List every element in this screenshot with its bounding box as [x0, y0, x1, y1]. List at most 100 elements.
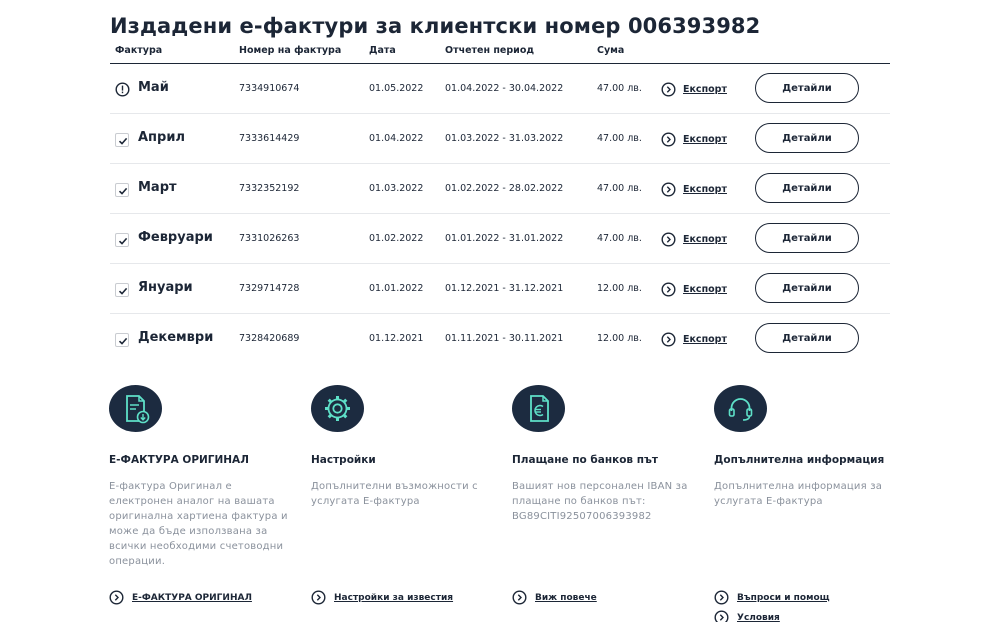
checkmark-icon — [115, 233, 129, 247]
details-button[interactable]: Детайли — [755, 123, 859, 153]
invoice-month: Декември — [138, 330, 214, 345]
column-header-period: Отчетен период — [445, 45, 535, 56]
notification-settings-link[interactable]: Настройки за известия — [311, 590, 453, 605]
invoice-date: 01.02.2022 — [369, 233, 424, 244]
invoice-table-header: Фактура Номер на фактура Дата Отчетен пе… — [110, 44, 890, 64]
info-text: Е-фактура Оригинал е електронен аналог н… — [109, 481, 288, 567]
link-label: Виж повече — [535, 592, 597, 603]
details-button[interactable]: Детайли — [755, 73, 859, 103]
invoice-number: 7332352192 — [239, 183, 300, 194]
invoice-number: 7329714728 — [239, 283, 300, 294]
invoice-month: Април — [138, 130, 185, 145]
invoice-amount: 47.00 лв. — [597, 133, 642, 144]
e-invoice-original-link[interactable]: Е-ФАКТУРА ОРИГИНАЛ — [109, 590, 252, 605]
details-button[interactable]: Детайли — [755, 273, 859, 303]
column-header-invoice-number: Номер на фактура — [239, 45, 342, 56]
export-link[interactable]: Експорт — [661, 230, 727, 248]
info-block-settings: Настройки Допълнителни възможности с усл… — [311, 385, 501, 509]
see-more-link[interactable]: Виж повече — [512, 590, 597, 605]
column-header-invoice: Фактура — [115, 45, 163, 56]
export-link[interactable]: Експорт — [661, 130, 727, 148]
chevron-right-circle-icon — [109, 590, 124, 605]
chevron-right-circle-icon — [311, 590, 326, 605]
invoice-number: 7331026263 — [239, 233, 300, 244]
chevron-right-circle-icon — [714, 590, 729, 605]
link-label: Въпроси и помощ — [737, 592, 830, 603]
info-block-additional: Допълнителна информация Допълнителна инф… — [714, 385, 904, 509]
chevron-right-circle-icon — [661, 281, 676, 297]
invoice-number: 7333614429 — [239, 133, 300, 144]
invoice-table: Май 7334910674 01.05.2022 01.04.2022 - 3… — [110, 64, 890, 364]
invoice-number: 7328420689 — [239, 333, 300, 344]
invoice-amount: 47.00 лв. — [597, 233, 642, 244]
invoice-date: 01.04.2022 — [369, 133, 424, 144]
invoice-month: Май — [138, 80, 169, 95]
export-label: Експорт — [683, 183, 727, 195]
table-row: Януари 7329714728 01.01.2022 01.12.2021 … — [110, 264, 890, 314]
info-text: Вашият нов персонален IBAN за плащане по… — [512, 481, 688, 522]
export-label: Експорт — [683, 133, 727, 145]
info-title: Е-ФАКТУРА ОРИГИНАЛ — [109, 454, 249, 466]
invoice-date: 01.03.2022 — [369, 183, 424, 194]
link-label: Условия — [737, 612, 780, 622]
link-label: Е-ФАКТУРА ОРИГИНАЛ — [132, 592, 252, 603]
table-row: Март 7332352192 01.03.2022 01.02.2022 - … — [110, 164, 890, 214]
chevron-right-circle-icon — [661, 181, 676, 197]
invoice-period: 01.03.2022 - 31.03.2022 — [445, 133, 564, 144]
export-link[interactable]: Експорт — [661, 80, 727, 98]
export-label: Експорт — [683, 333, 727, 345]
invoice-period: 01.12.2021 - 31.12.2021 — [445, 283, 564, 294]
invoice-period: 01.11.2021 - 30.11.2021 — [445, 333, 564, 344]
info-block-bank-payment: Плащане по банков път Вашият нов персона… — [512, 385, 702, 524]
help-link[interactable]: Въпроси и помощ — [714, 590, 830, 605]
checkmark-icon — [115, 333, 129, 347]
euro-document-icon — [512, 385, 565, 432]
terms-link[interactable]: Условия — [714, 610, 780, 622]
chevron-right-circle-icon — [714, 610, 729, 622]
details-button[interactable]: Детайли — [755, 223, 859, 253]
invoice-amount: 12.00 лв. — [597, 283, 642, 294]
invoice-date: 01.01.2022 — [369, 283, 424, 294]
column-header-amount: Сума — [597, 45, 625, 56]
checkmark-icon — [115, 133, 129, 147]
invoice-period: 01.04.2022 - 30.04.2022 — [445, 83, 564, 94]
chevron-right-circle-icon — [661, 231, 676, 247]
headset-icon — [714, 385, 767, 432]
info-block-original: Е-ФАКТУРА ОРИГИНАЛ Е-фактура Оригинал е … — [109, 385, 299, 569]
info-title: Допълнителна информация — [714, 454, 885, 466]
checkmark-icon — [115, 283, 129, 297]
invoice-month: Февруари — [138, 230, 213, 245]
info-text: Допълнителни възможности с услугата Е-фа… — [311, 481, 478, 507]
document-download-icon — [109, 385, 162, 432]
details-button[interactable]: Детайли — [755, 323, 859, 353]
table-row: Април 7333614429 01.04.2022 01.03.2022 -… — [110, 114, 890, 164]
page-title: Издадени е-фактури за клиентски номер 00… — [110, 14, 761, 38]
table-row: Май 7334910674 01.05.2022 01.04.2022 - 3… — [110, 64, 890, 114]
checkmark-icon — [115, 183, 129, 197]
info-title: Настройки — [311, 454, 376, 466]
link-label: Настройки за известия — [334, 592, 454, 603]
export-link[interactable]: Експорт — [661, 180, 727, 198]
invoice-date: 01.05.2022 — [369, 83, 424, 94]
export-label: Експорт — [683, 233, 727, 245]
invoice-number: 7334910674 — [239, 83, 300, 94]
invoice-date: 01.12.2021 — [369, 333, 424, 344]
chevron-right-circle-icon — [512, 590, 527, 605]
invoice-period: 01.02.2022 - 28.02.2022 — [445, 183, 564, 194]
export-link[interactable]: Експорт — [661, 330, 727, 348]
table-row: Декември 7328420689 01.12.2021 01.11.202… — [110, 314, 890, 364]
info-circle-icon — [115, 82, 130, 97]
column-header-date: Дата — [369, 45, 396, 56]
export-link[interactable]: Експорт — [661, 280, 727, 298]
chevron-right-circle-icon — [661, 131, 676, 147]
table-row: Февруари 7331026263 01.02.2022 01.01.202… — [110, 214, 890, 264]
gear-icon — [311, 385, 364, 432]
chevron-right-circle-icon — [661, 331, 676, 347]
chevron-right-circle-icon — [661, 81, 676, 97]
invoice-month: Март — [138, 180, 177, 195]
export-label: Експорт — [683, 283, 727, 295]
invoice-amount: 47.00 лв. — [597, 83, 642, 94]
info-title: Плащане по банков път — [512, 454, 658, 466]
details-button[interactable]: Детайли — [755, 173, 859, 203]
invoice-period: 01.01.2022 - 31.01.2022 — [445, 233, 564, 244]
